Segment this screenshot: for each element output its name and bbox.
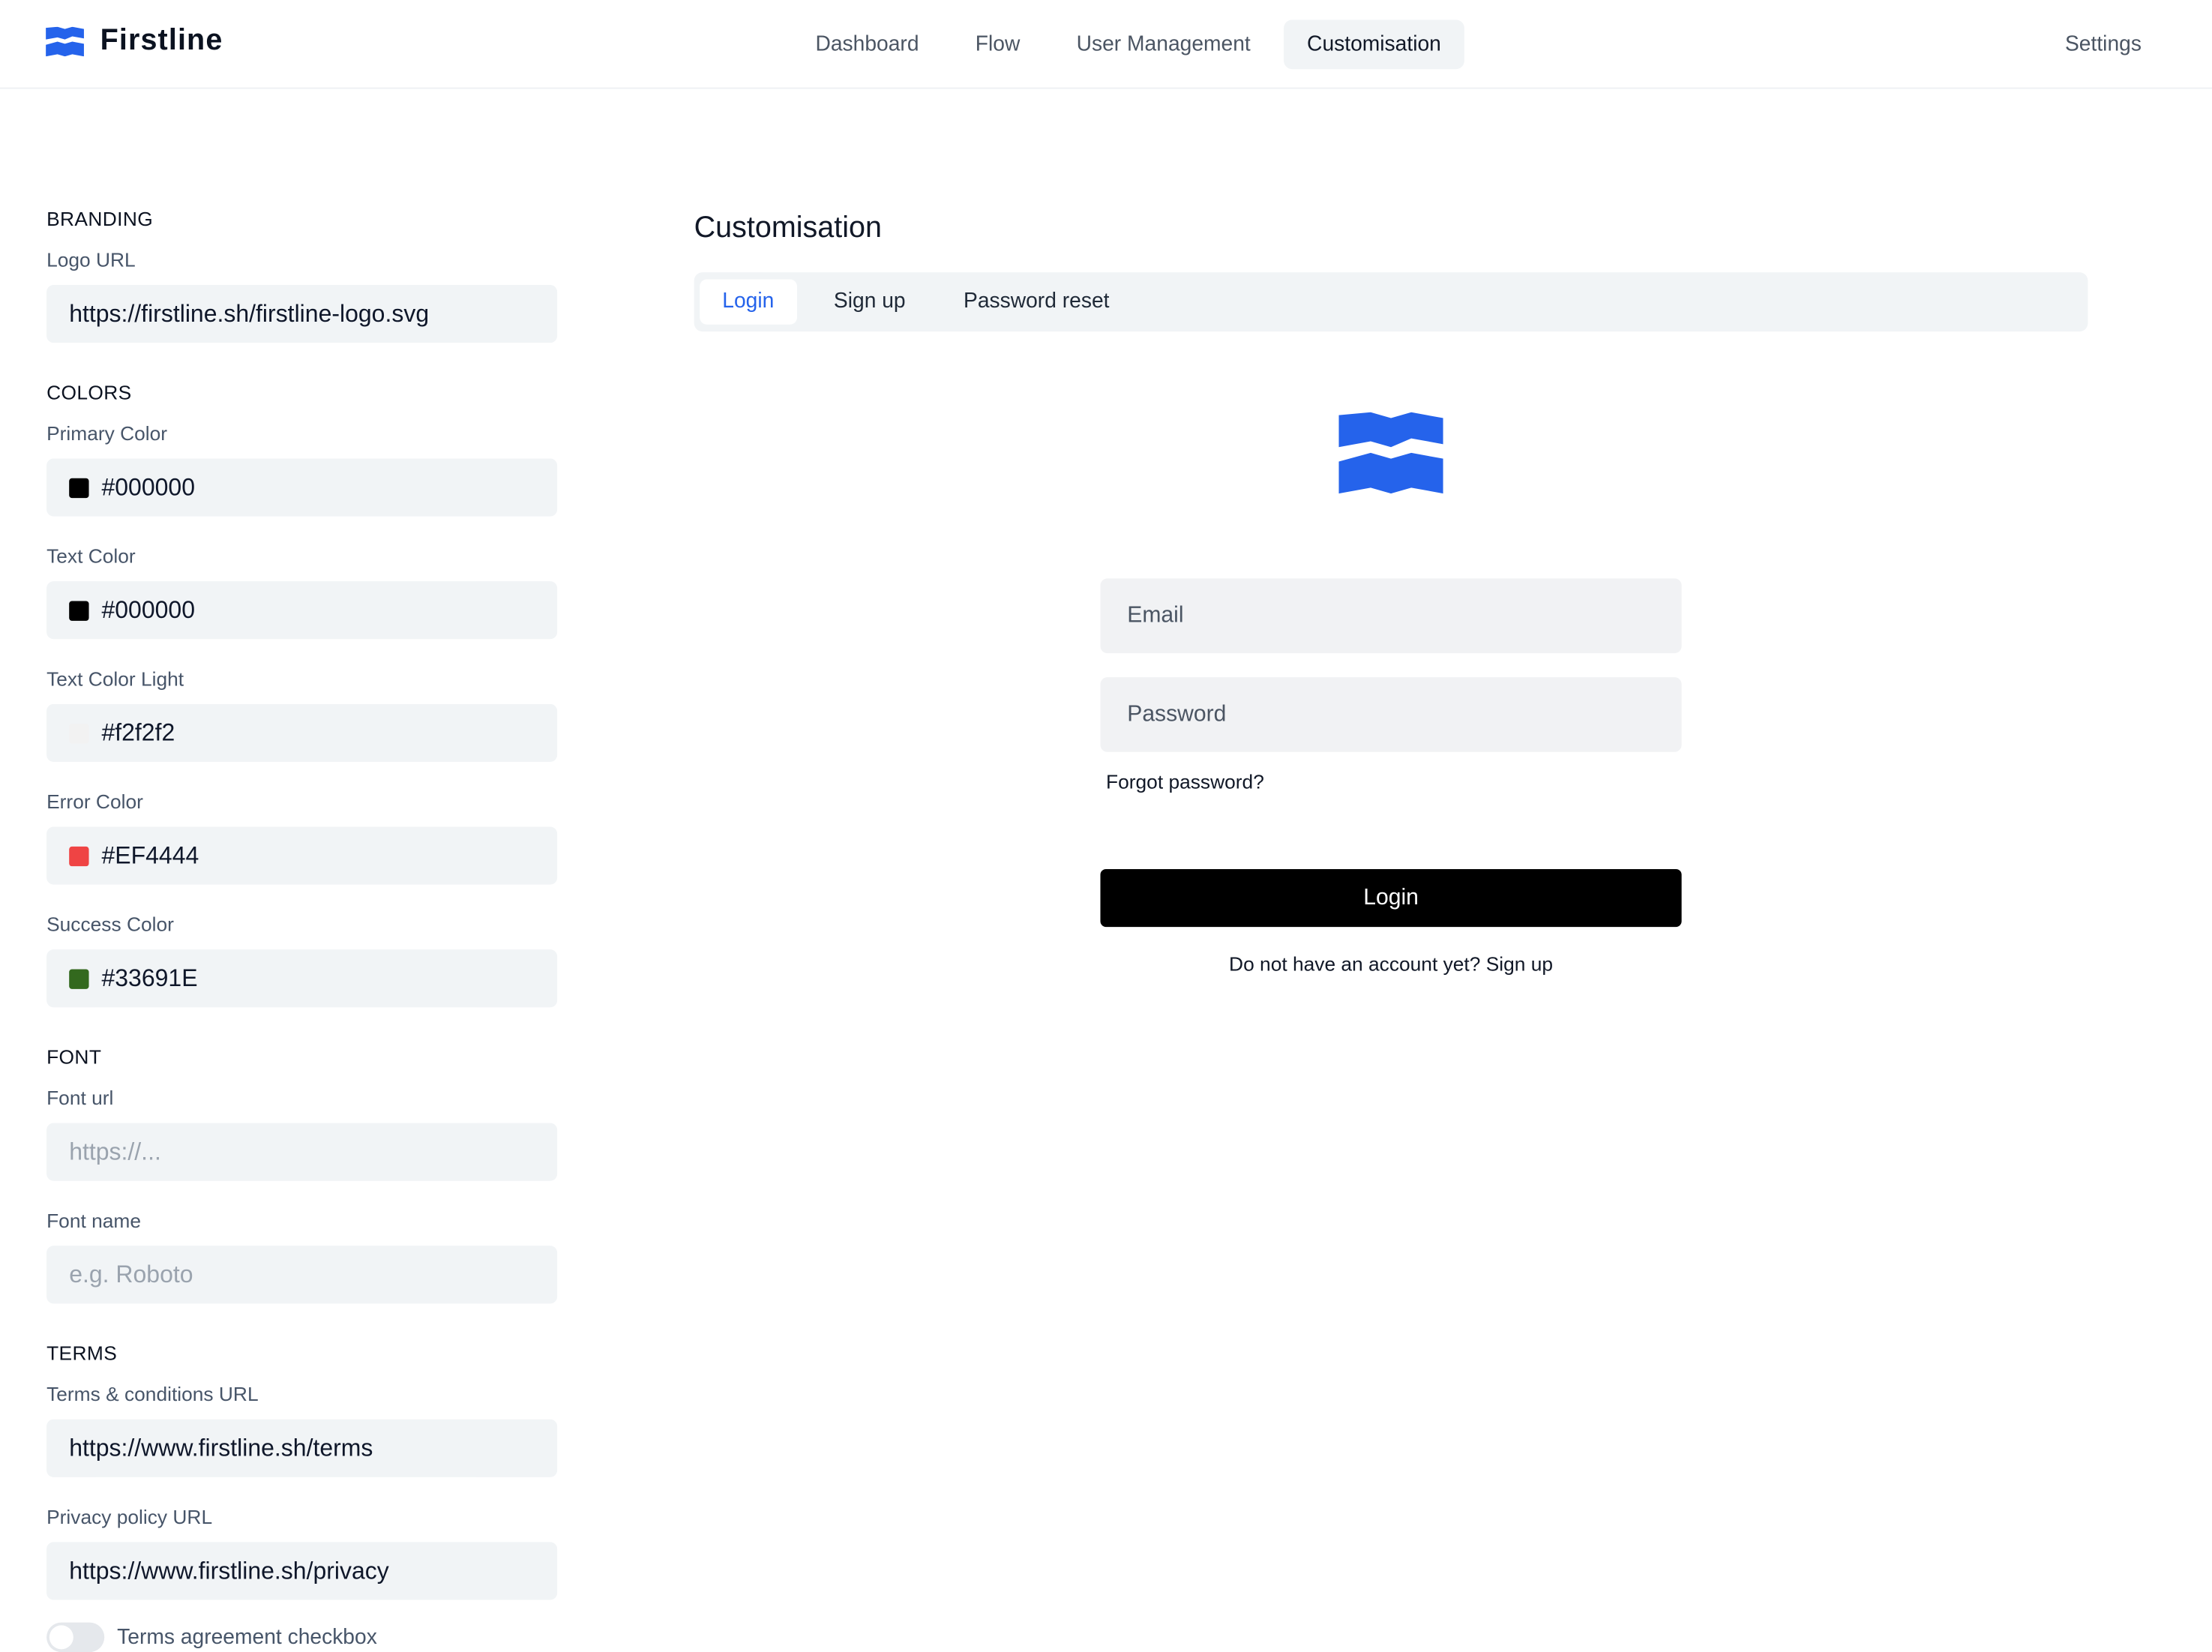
error-color-input[interactable]: #EF4444: [46, 826, 558, 885]
signup-prompt-line: Do not have an account yet? Sign up: [1100, 952, 1681, 975]
success-color-swatch[interactable]: [69, 968, 89, 988]
nav-settings[interactable]: Settings: [2065, 32, 2142, 56]
text-color-light-value: #f2f2f2: [101, 718, 175, 746]
text-color-input[interactable]: #000000: [46, 581, 558, 640]
success-color-label: Success Color: [46, 913, 174, 936]
brand[interactable]: Firstline: [45, 24, 223, 58]
nav-user-management[interactable]: User Management: [1054, 19, 1273, 69]
primary-color-input[interactable]: #000000: [46, 458, 558, 517]
email-placeholder: Email: [1127, 603, 1184, 628]
preview-title: Customisation: [694, 211, 882, 244]
preview-email-input[interactable]: Email: [1100, 578, 1682, 654]
success-color-input[interactable]: #33691E: [46, 949, 558, 1008]
main-nav: Dashboard Flow User Management Customisa…: [793, 19, 1464, 70]
preview-logo-icon: [1338, 412, 1443, 494]
signup-prompt-text: Do not have an account yet?: [1229, 952, 1481, 976]
success-color-value: #33691E: [101, 964, 198, 991]
privacy-url-input[interactable]: https://www.firstline.sh/privacy: [46, 1542, 558, 1600]
preview-login-button[interactable]: Login: [1100, 868, 1682, 928]
toggle-knob: [49, 1625, 73, 1650]
logo-url-input[interactable]: https://firstline.sh/firstline-logo.svg: [46, 285, 558, 343]
text-color-light-swatch[interactable]: [69, 723, 89, 743]
privacy-url-value: https://www.firstline.sh/privacy: [69, 1557, 389, 1584]
preview-password-input[interactable]: Password: [1100, 677, 1682, 752]
font-name-placeholder: e.g. Roboto: [69, 1261, 193, 1288]
logo-url-label: Logo URL: [46, 248, 136, 271]
error-color-swatch[interactable]: [69, 845, 89, 866]
tab-login[interactable]: Login: [700, 279, 797, 325]
nav-customisation[interactable]: Customisation: [1284, 19, 1464, 70]
font-name-label: Font name: [46, 1209, 142, 1232]
error-color-value: #EF4444: [101, 841, 199, 869]
terms-url-input[interactable]: https://www.firstline.sh/terms: [46, 1419, 558, 1477]
text-color-label: Text Color: [46, 544, 136, 568]
primary-color-label: Primary Color: [46, 421, 168, 445]
privacy-url-label: Privacy policy URL: [46, 1505, 213, 1528]
text-color-light-label: Text Color Light: [46, 667, 184, 691]
signup-link[interactable]: Sign up: [1486, 952, 1553, 975]
font-url-input[interactable]: https://...: [46, 1123, 558, 1181]
section-title-branding: BRANDING: [46, 207, 154, 230]
section-title-colors: COLORS: [46, 380, 132, 404]
password-placeholder: Password: [1127, 701, 1227, 726]
font-url-placeholder: https://...: [69, 1138, 161, 1165]
tab-password-reset[interactable]: Password reset: [941, 280, 1132, 325]
text-color-swatch[interactable]: [69, 600, 89, 620]
firstline-logo-icon: [46, 25, 84, 56]
tab-sign-up[interactable]: Sign up: [811, 280, 928, 325]
error-color-label: Error Color: [46, 790, 143, 813]
section-title-font: FONT: [46, 1045, 102, 1069]
customisation-settings-panel: BRANDING Logo URL https://firstline.sh/f…: [46, 206, 558, 1652]
terms-agreement-toggle[interactable]: [46, 1622, 105, 1652]
font-url-label: Font url: [46, 1086, 114, 1109]
app-name: Firstline: [100, 23, 223, 57]
primary-color-value: #000000: [101, 473, 195, 500]
forgot-password-link[interactable]: Forgot password?: [1106, 770, 1264, 793]
terms-url-value: https://www.firstline.sh/terms: [69, 1434, 373, 1462]
nav-dashboard[interactable]: Dashboard: [793, 19, 941, 69]
preview-tabs: Login Sign up Password reset: [694, 272, 2088, 332]
logo-url-value: https://firstline.sh/firstline-logo.svg: [69, 299, 430, 327]
top-navigation-bar: Firstline Dashboard Flow User Management…: [0, 0, 2212, 89]
text-color-light-input[interactable]: #f2f2f2: [46, 703, 558, 762]
terms-agreement-label: Terms agreement checkbox: [117, 1625, 377, 1650]
terms-agreement-toggle-row: Terms agreement checkbox: [46, 1622, 557, 1652]
terms-url-label: Terms & conditions URL: [46, 1382, 259, 1405]
font-name-input[interactable]: e.g. Roboto: [46, 1246, 558, 1304]
primary-color-swatch[interactable]: [69, 477, 89, 498]
section-title-terms: TERMS: [46, 1342, 118, 1365]
text-color-value: #000000: [101, 595, 195, 623]
nav-flow[interactable]: Flow: [953, 19, 1043, 69]
